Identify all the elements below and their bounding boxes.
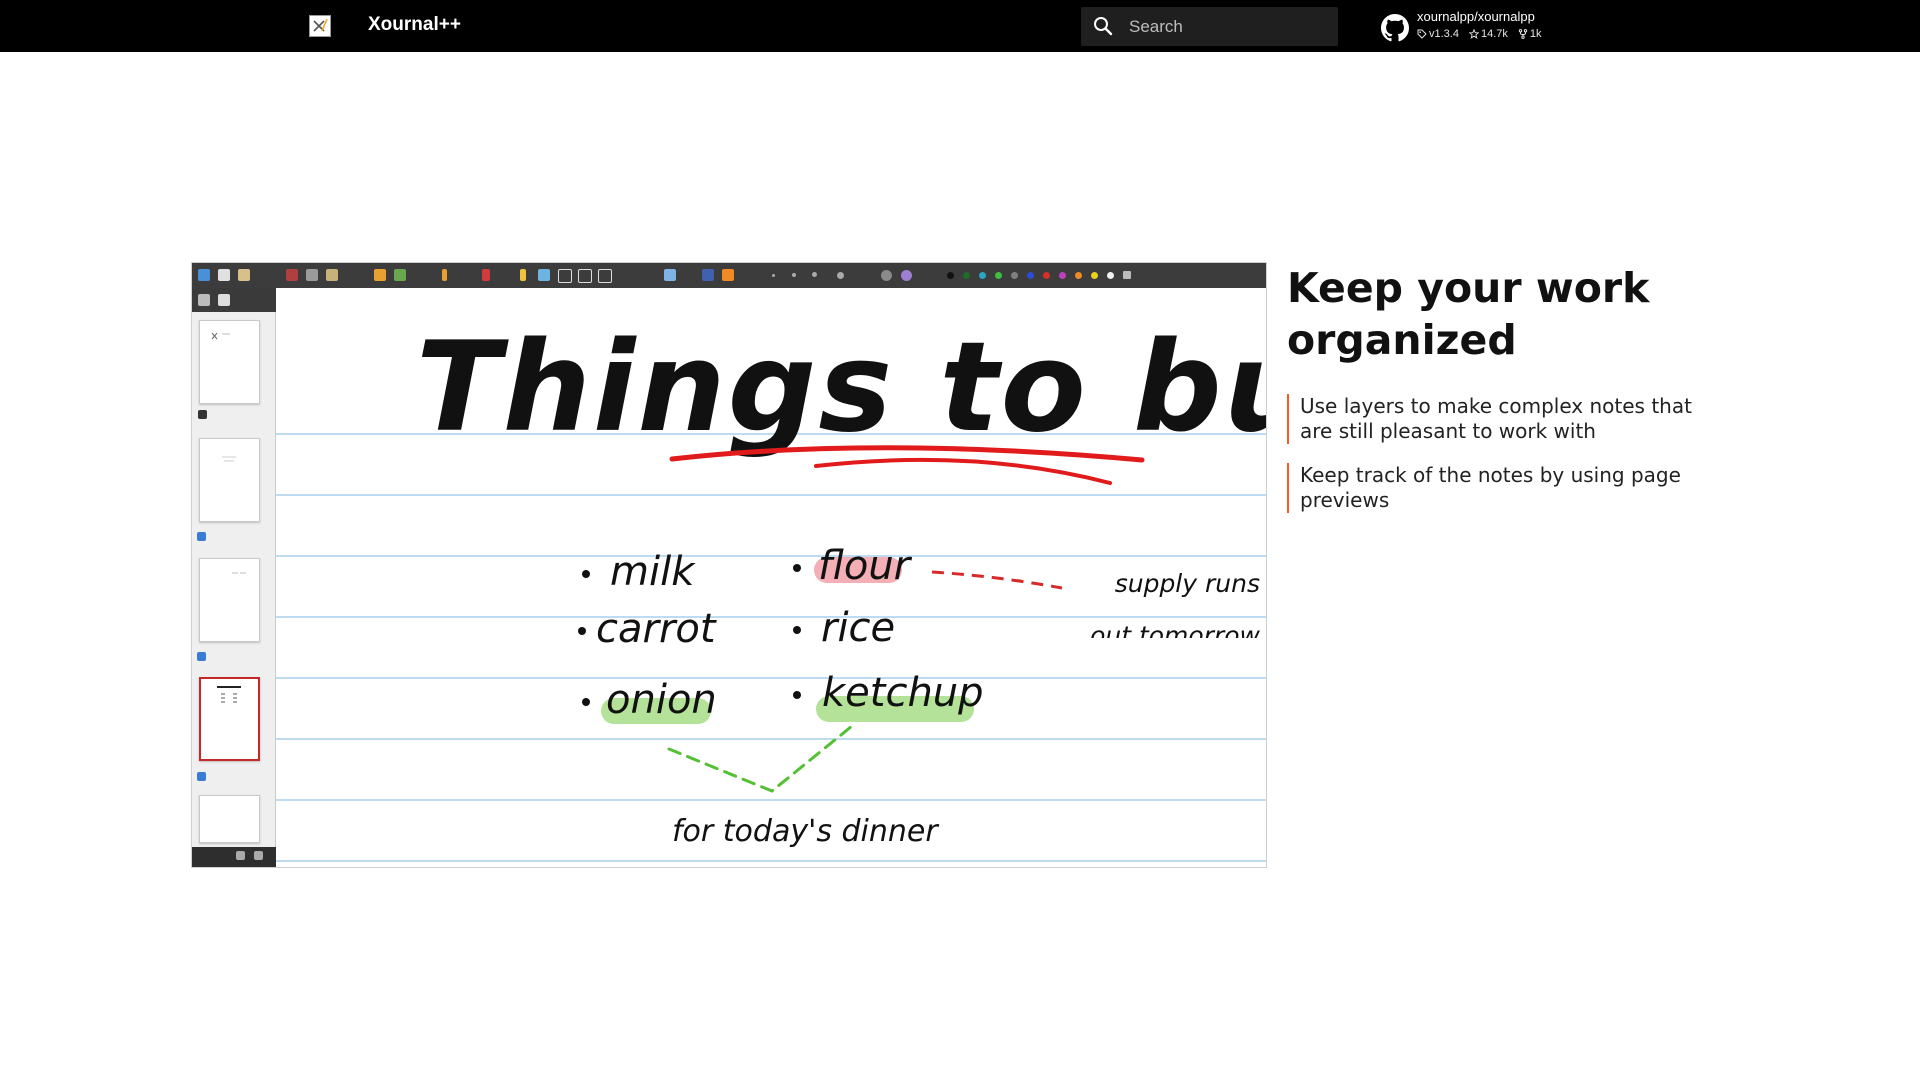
hand-tool-icon	[722, 269, 734, 281]
color-blue-icon	[1027, 272, 1034, 279]
cursor-icon	[198, 410, 207, 419]
page-layer-checkbox	[197, 652, 206, 661]
aside-connector	[931, 570, 1063, 590]
color-black-icon	[947, 272, 954, 279]
fork-icon	[1518, 29, 1528, 39]
item-onion: onion	[606, 677, 717, 723]
sidebar-layers-icon	[198, 294, 210, 306]
medium-line-icon	[792, 273, 796, 277]
repo-stars: 14.7k	[1468, 28, 1508, 40]
note-title: Things to buy	[416, 316, 1266, 460]
feature-bullet-text: Use layers to make complex notes that ar…	[1300, 394, 1692, 443]
app-toolbar	[192, 263, 1266, 288]
forks-text: 1k	[1529, 28, 1542, 40]
item-flour: flour	[818, 543, 913, 589]
page-layer-checkbox	[197, 532, 206, 541]
color-custom-icon	[1123, 271, 1131, 279]
search-input[interactable]: Search	[1081, 7, 1338, 46]
tag-icon	[1417, 29, 1427, 39]
delete-page-icon	[254, 851, 263, 860]
save-icon	[198, 269, 210, 281]
color-white-icon	[1107, 272, 1114, 279]
repo-forks: 1k	[1518, 28, 1542, 40]
pen-icon	[442, 269, 447, 281]
shape-tool-icon	[598, 269, 612, 283]
extra-thick-line-icon	[837, 272, 844, 279]
note-footer: for today's dinner	[672, 814, 939, 849]
site-title[interactable]: Xournal++	[368, 14, 461, 36]
search-icon	[1094, 17, 1113, 36]
eraser-icon	[482, 269, 490, 281]
open-folder-icon	[238, 269, 250, 281]
color-yellow-icon	[1091, 272, 1098, 279]
thick-line-icon	[812, 272, 817, 277]
page-thumbnail	[199, 795, 260, 843]
highlighter-icon	[520, 269, 526, 281]
vertical-space-icon	[702, 269, 714, 281]
github-icon	[1381, 14, 1409, 42]
repo-facts: v1.3.4 14.7k 1k	[1417, 28, 1542, 40]
math-tool-icon	[578, 269, 592, 283]
cut-icon	[286, 269, 298, 281]
color-green-icon	[995, 272, 1002, 279]
footer-connector	[667, 724, 854, 793]
note-page: Things to buy milk carrot onion flour ri…	[276, 316, 1266, 862]
repo-version: v1.3.4	[1417, 28, 1459, 40]
item-rice: rice	[821, 605, 895, 651]
version-text: v1.3.4	[1429, 28, 1459, 40]
search-placeholder: Search	[1129, 17, 1183, 36]
color-red-icon	[1043, 272, 1050, 279]
feature-bullet: Keep track of the notes by using page pr…	[1287, 463, 1727, 513]
color-teal-icon	[979, 272, 986, 279]
note-aside: supply runs out tomorrow	[1090, 569, 1260, 638]
feature-bullet: Use layers to make complex notes that ar…	[1287, 394, 1727, 444]
copy-icon	[306, 269, 318, 281]
copy-page-icon	[236, 851, 245, 860]
thin-line-icon	[772, 274, 775, 277]
page-thumbnail	[199, 438, 260, 522]
sidebar-footer	[192, 847, 276, 867]
redo-icon	[394, 269, 406, 281]
ruled-lines	[276, 433, 1266, 862]
color-orange-icon	[1075, 272, 1082, 279]
fill-icon	[881, 270, 892, 281]
star-icon	[1468, 29, 1479, 39]
image-icon	[538, 269, 550, 281]
color-magenta-icon	[1059, 272, 1066, 279]
page-thumbnail	[199, 558, 260, 642]
text-tool-icon	[558, 269, 572, 283]
sidebar-pages-icon	[218, 294, 230, 306]
page-thumbnail-active	[199, 677, 260, 761]
page-layer-checkbox	[197, 772, 206, 781]
repo-name: xournalpp/xournalpp	[1417, 9, 1535, 24]
undo-icon	[374, 269, 386, 281]
page-preview-sidebar	[192, 288, 276, 867]
feature-section: Keep your work organized Use layers to m…	[1287, 262, 1727, 513]
item-ketchup: ketchup	[822, 670, 984, 716]
xournal-logo-icon[interactable]	[309, 15, 331, 37]
item-milk: milk	[610, 549, 696, 595]
item-carrot: carrot	[596, 606, 717, 652]
app-screenshot: Things to buy milk carrot onion flour ri…	[192, 263, 1266, 867]
select-rect-icon	[664, 269, 676, 281]
color-darkgreen-icon	[963, 272, 970, 279]
stars-text: 14.7k	[1480, 28, 1508, 40]
new-page-icon	[218, 269, 230, 281]
color-picker-icon	[901, 270, 912, 281]
feature-bullet-text: Keep track of the notes by using page pr…	[1300, 463, 1681, 512]
sidebar-header	[192, 288, 276, 312]
page-thumbnail	[199, 320, 260, 404]
feature-heading: Keep your work organized	[1287, 264, 1650, 364]
top-navigation-bar: Xournal++ Search xournalpp/xournalpp v1.…	[0, 0, 1920, 52]
paste-icon	[326, 269, 338, 281]
color-gray-icon	[1011, 272, 1018, 279]
title-underline	[814, 457, 1112, 485]
note-canvas: Things to buy milk carrot onion flour ri…	[276, 288, 1266, 867]
